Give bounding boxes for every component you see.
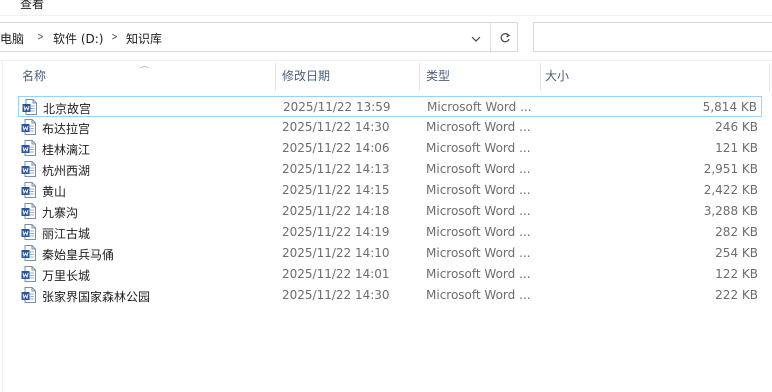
word-document-icon [21,119,36,135]
file-type: Microsoft Word ... [426,204,531,218]
file-type: Microsoft Word ... [426,267,531,281]
file-name: 黄山 [42,185,67,199]
menu-strip: 查看 [0,0,772,16]
file-row[interactable]: 黄山 2025/11/22 14:15 Microsoft Word ... 2… [18,180,762,201]
refresh-icon[interactable] [490,23,518,53]
file-name: 九寨沟 [42,206,79,220]
file-row[interactable]: 桂林漓江 2025/11/22 14:06 Microsoft Word ...… [18,138,762,159]
word-document-icon [21,203,36,219]
word-document-icon [21,182,36,198]
file-size: 254 KB [715,246,758,260]
file-size: 222 KB [715,288,758,302]
file-row[interactable]: 丽江古城 2025/11/22 14:19 Microsoft Word ...… [18,222,762,243]
file-type: Microsoft Word ... [426,246,531,260]
column-divider[interactable] [769,63,770,91]
sort-ascending-icon: ︿ [140,63,150,70]
file-size: 5,814 KB [702,100,757,114]
file-name: 丽江古城 [42,227,91,241]
word-document-icon [21,224,36,240]
file-size: 3,288 KB [703,204,758,218]
file-date: 2025/11/22 14:30 [282,120,390,134]
file-size: 121 KB [715,141,758,155]
column-header-name[interactable]: 名称 [22,61,46,91]
file-type: Microsoft Word ... [426,288,531,302]
file-date: 2025/11/22 14:10 [282,246,390,260]
file-name: 万里长城 [42,269,91,283]
file-row[interactable]: 九寨沟 2025/11/22 14:18 Microsoft Word ... … [18,201,762,222]
file-date: 2025/11/22 14:15 [282,183,390,197]
file-type: Microsoft Word ... [426,141,531,155]
file-row[interactable]: 北京故宫 2025/11/22 13:59 Microsoft Word ...… [18,96,762,117]
address-bar: 此电脑 > 软件 (D:) > 知识库 [0,20,772,56]
file-type: Microsoft Word ... [427,100,532,114]
file-date: 2025/11/22 14:30 [282,288,390,302]
file-name: 秦始皇兵马俑 [42,248,115,262]
file-row[interactable]: 布达拉宫 2025/11/22 14:30 Microsoft Word ...… [18,117,762,138]
file-type: Microsoft Word ... [426,183,531,197]
file-row[interactable]: 万里长城 2025/11/22 14:01 Microsoft Word ...… [18,264,762,285]
column-header-type[interactable]: 类型 [426,61,450,91]
breadcrumb-separator-icon[interactable]: > [37,30,43,43]
word-document-icon [21,161,36,177]
file-date: 2025/11/22 14:18 [282,204,390,218]
word-document-icon [21,287,36,303]
file-list: ︿ 名称 修改日期 类型 大小 北京故宫 2025/11/22 13:59 Mi… [0,60,772,392]
file-name: 张家界国家森林公园 [42,290,151,304]
breadcrumb-drive-d[interactable]: 软件 (D:) [53,30,103,47]
file-size: 2,951 KB [703,162,758,176]
column-header-date[interactable]: 修改日期 [282,61,330,91]
word-document-icon [21,245,36,261]
address-box[interactable]: 此电脑 > 软件 (D:) > 知识库 [0,22,518,53]
file-name: 北京故宫 [43,102,92,116]
column-divider[interactable] [419,63,420,91]
file-size: 122 KB [715,267,758,281]
file-row[interactable]: 张家界国家森林公园 2025/11/22 14:30 Microsoft Wor… [18,285,762,306]
file-type: Microsoft Word ... [426,225,531,239]
file-date: 2025/11/22 14:19 [282,225,390,239]
chevron-down-icon[interactable] [465,25,487,53]
search-input[interactable] [533,22,772,52]
file-name: 布达拉宫 [42,122,91,136]
column-divider[interactable] [540,63,541,91]
word-document-icon [21,140,36,156]
file-date: 2025/11/22 14:01 [282,267,390,281]
column-divider[interactable] [275,63,276,91]
file-size: 2,422 KB [703,183,758,197]
breadcrumb-separator-icon[interactable]: > [111,30,117,43]
file-date: 2025/11/22 14:13 [282,162,390,176]
file-date: 2025/11/22 14:06 [282,141,390,155]
file-row[interactable]: 杭州西湖 2025/11/22 14:13 Microsoft Word ...… [18,159,762,180]
file-size: 246 KB [715,120,758,134]
breadcrumb-this-pc[interactable]: 此电脑 [0,30,24,47]
file-type: Microsoft Word ... [426,162,531,176]
file-name: 桂林漓江 [42,143,91,157]
file-type: Microsoft Word ... [426,120,531,134]
word-document-icon [22,99,37,115]
file-size: 282 KB [715,225,758,239]
column-header-size[interactable]: 大小 [545,61,569,91]
file-row[interactable]: 秦始皇兵马俑 2025/11/22 14:10 Microsoft Word .… [18,243,762,264]
word-document-icon [21,266,36,282]
file-name: 杭州西湖 [42,164,91,178]
menu-view[interactable]: 查看 [20,0,44,12]
file-date: 2025/11/22 13:59 [283,100,391,114]
breadcrumb-knowledge-base[interactable]: 知识库 [126,30,162,47]
